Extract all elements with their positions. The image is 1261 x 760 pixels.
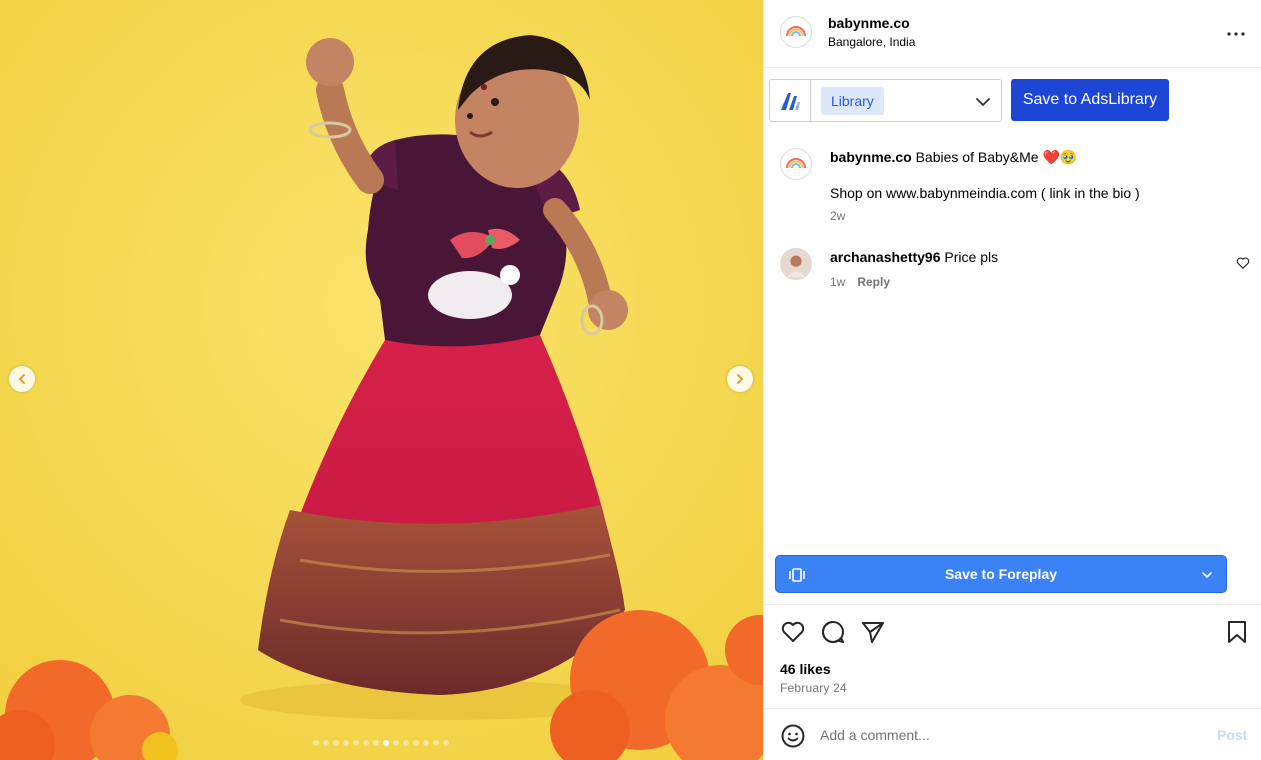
- chevron-down-icon[interactable]: [974, 93, 992, 111]
- caption-username[interactable]: babynme.co: [830, 149, 912, 165]
- comment-item: archanashetty96 Price pls 1w Reply: [764, 248, 1261, 298]
- caption-line2: Shop on www.babynmeindia.com ( link in t…: [830, 185, 1140, 201]
- comment-body: Price pls: [944, 249, 999, 265]
- post-photo: [0, 0, 763, 760]
- share-send-icon[interactable]: [860, 619, 886, 645]
- carousel-dot: [333, 740, 339, 746]
- post-media: [0, 0, 763, 760]
- rainbow-logo-icon: [786, 158, 806, 169]
- post-date[interactable]: February 24: [780, 681, 847, 695]
- post-comment-button[interactable]: Post: [1217, 727, 1247, 743]
- library-chip[interactable]: Library: [821, 87, 884, 115]
- carousel-dot: [393, 740, 399, 746]
- carousel-dot: [443, 740, 449, 746]
- avatar[interactable]: [780, 16, 812, 48]
- foreplay-icon: [789, 568, 805, 582]
- post-location[interactable]: Bangalore, India: [828, 35, 915, 49]
- carousel-dot: [323, 740, 329, 746]
- caption-text: babynme.co Babies of Baby&Me ❤️🥹: [830, 149, 1077, 166]
- comment-bubble-icon[interactable]: [820, 619, 846, 645]
- carousel-indicator: [313, 740, 449, 746]
- comment-username[interactable]: archanashetty96: [830, 249, 941, 265]
- caption-body: Babies of Baby&Me ❤️🥹: [915, 149, 1078, 165]
- reply-button[interactable]: Reply: [857, 275, 890, 289]
- post-username[interactable]: babynme.co: [828, 15, 910, 31]
- foreplay-label: Save to Foreplay: [944, 566, 1058, 582]
- carousel-dot: [403, 740, 409, 746]
- emoji-icon[interactable]: [780, 723, 806, 749]
- chevron-down-icon[interactable]: [1200, 568, 1214, 582]
- more-options-icon[interactable]: [1226, 24, 1246, 44]
- like-comment-heart-icon[interactable]: [1236, 256, 1250, 270]
- adslibrary-logo-icon: [770, 80, 811, 121]
- avatar[interactable]: [780, 248, 812, 280]
- carousel-dot: [363, 740, 369, 746]
- add-comment-bar: Post: [764, 708, 1261, 760]
- avatar[interactable]: [780, 148, 812, 180]
- carousel-dot: [433, 740, 439, 746]
- comment-text: archanashetty96 Price pls: [830, 249, 998, 265]
- post-side-panel: babynme.co Bangalore, India Library Save…: [763, 0, 1261, 760]
- caption: babynme.co Babies of Baby&Me ❤️🥹 Shop on…: [764, 148, 1261, 228]
- carousel-dot: [373, 740, 379, 746]
- post-actions: 46 likes February 24: [764, 604, 1261, 708]
- carousel-dot: [313, 740, 319, 746]
- bookmark-icon[interactable]: [1224, 619, 1250, 645]
- comment-time[interactable]: 1w: [830, 275, 845, 289]
- chevron-left-icon: [18, 374, 25, 384]
- carousel-dot: [383, 740, 389, 746]
- save-to-foreplay-button[interactable]: Save to Foreplay: [775, 555, 1227, 593]
- carousel-dot: [353, 740, 359, 746]
- rainbow-logo-icon: [786, 26, 806, 37]
- carousel-dot: [413, 740, 419, 746]
- instagram-post-viewer: babynme.co Bangalore, India Library Save…: [0, 0, 1261, 760]
- carousel-prev-button[interactable]: [9, 366, 35, 392]
- comment-meta: 1w Reply: [830, 275, 890, 289]
- carousel-dot: [423, 740, 429, 746]
- save-to-adslibrary-button[interactable]: Save to AdsLibrary: [1011, 79, 1169, 121]
- caption-time[interactable]: 2w: [830, 209, 845, 223]
- comment-input[interactable]: [820, 723, 1200, 747]
- user-photo-icon: [781, 249, 811, 279]
- carousel-dot: [343, 740, 349, 746]
- library-select[interactable]: Library: [769, 79, 1002, 122]
- chevron-right-icon: [737, 374, 744, 384]
- like-heart-icon[interactable]: [780, 619, 806, 645]
- likes-count[interactable]: 46 likes: [780, 661, 831, 677]
- post-header: babynme.co Bangalore, India: [764, 0, 1261, 68]
- carousel-next-button[interactable]: [727, 366, 753, 392]
